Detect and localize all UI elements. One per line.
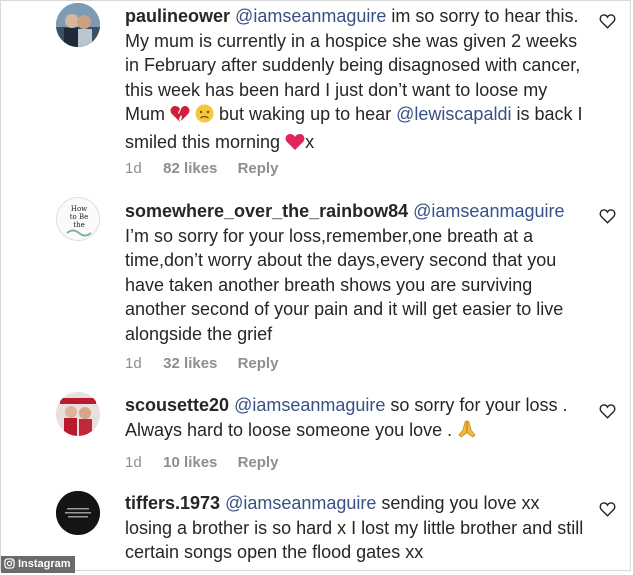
reply-button[interactable]: Reply bbox=[238, 454, 279, 471]
broken-heart-icon bbox=[170, 105, 190, 130]
comment-body-4: x bbox=[305, 131, 315, 152]
red-heart-icon bbox=[285, 133, 305, 158]
like-heart-icon[interactable] bbox=[599, 501, 616, 517]
comment-time: 1d bbox=[125, 355, 142, 372]
like-heart-icon[interactable] bbox=[599, 403, 616, 419]
avatar-photo-icon bbox=[56, 3, 100, 47]
avatar-dark-icon bbox=[56, 491, 100, 535]
comment-likes[interactable]: 82 likes bbox=[163, 160, 217, 177]
comment-time: 1d bbox=[125, 160, 142, 177]
reply-button[interactable]: Reply bbox=[238, 160, 279, 177]
avatar[interactable] bbox=[56, 3, 100, 47]
comment-mention-2[interactable]: @lewiscapaldi bbox=[396, 104, 511, 124]
svg-text:the: the bbox=[73, 221, 84, 229]
comment-body: I’m so sorry for your loss,remember,one … bbox=[125, 225, 564, 344]
instagram-watermark: Instagram bbox=[1, 556, 75, 573]
comment-text: paulineower @iamseanmaguire im so sorry … bbox=[125, 4, 587, 157]
svg-text:How: How bbox=[71, 205, 87, 213]
comment-likes[interactable]: 32 likes bbox=[163, 355, 217, 372]
avatar-logo-icon: How to Be the bbox=[57, 198, 99, 240]
comment-time: 1d bbox=[125, 454, 142, 471]
comment-meta: 1d 32 likes Reply bbox=[125, 355, 278, 372]
reply-button[interactable]: Reply bbox=[238, 355, 279, 372]
like-heart-icon[interactable] bbox=[599, 208, 616, 224]
comment-username[interactable]: paulineower bbox=[125, 6, 230, 26]
comment-username[interactable]: somewhere_over_the_rainbow84 bbox=[125, 201, 408, 221]
comment-body-2: but waking up to hear bbox=[214, 104, 397, 124]
comments-panel: paulineower @iamseanmaguire im so sorry … bbox=[0, 0, 631, 571]
instagram-camera-icon bbox=[4, 558, 15, 575]
comment-text: scousette20 @iamseanmaguire so sorry for… bbox=[125, 393, 587, 445]
comment-mention[interactable]: @iamseanmaguire bbox=[234, 395, 385, 415]
folded-hands-icon bbox=[457, 419, 477, 446]
comment-meta: 1d 82 likes Reply bbox=[125, 160, 278, 177]
comment-likes[interactable]: 10 likes bbox=[163, 454, 217, 471]
comment-mention[interactable]: @iamseanmaguire bbox=[413, 201, 564, 221]
like-heart-icon[interactable] bbox=[599, 13, 616, 29]
comment-username[interactable]: tiffers.1973 bbox=[125, 493, 220, 513]
avatar-photo-icon bbox=[56, 392, 100, 436]
comment-text: tiffers.1973 @iamseanmaguire sending you… bbox=[125, 491, 587, 565]
avatar[interactable] bbox=[56, 392, 100, 436]
avatar[interactable] bbox=[56, 491, 100, 535]
sad-face-icon bbox=[195, 104, 214, 130]
comment-meta: 1d 10 likes Reply bbox=[125, 454, 278, 471]
watermark-label: Instagram bbox=[18, 558, 71, 570]
comment-mention[interactable]: @iamseanmaguire bbox=[235, 6, 386, 26]
comment-mention[interactable]: @iamseanmaguire bbox=[225, 493, 376, 513]
comment-username[interactable]: scousette20 bbox=[125, 395, 229, 415]
avatar[interactable]: How to Be the bbox=[56, 197, 100, 241]
svg-text:to Be: to Be bbox=[70, 213, 89, 221]
comment-text: somewhere_over_the_rainbow84 @iamseanmag… bbox=[125, 199, 587, 346]
